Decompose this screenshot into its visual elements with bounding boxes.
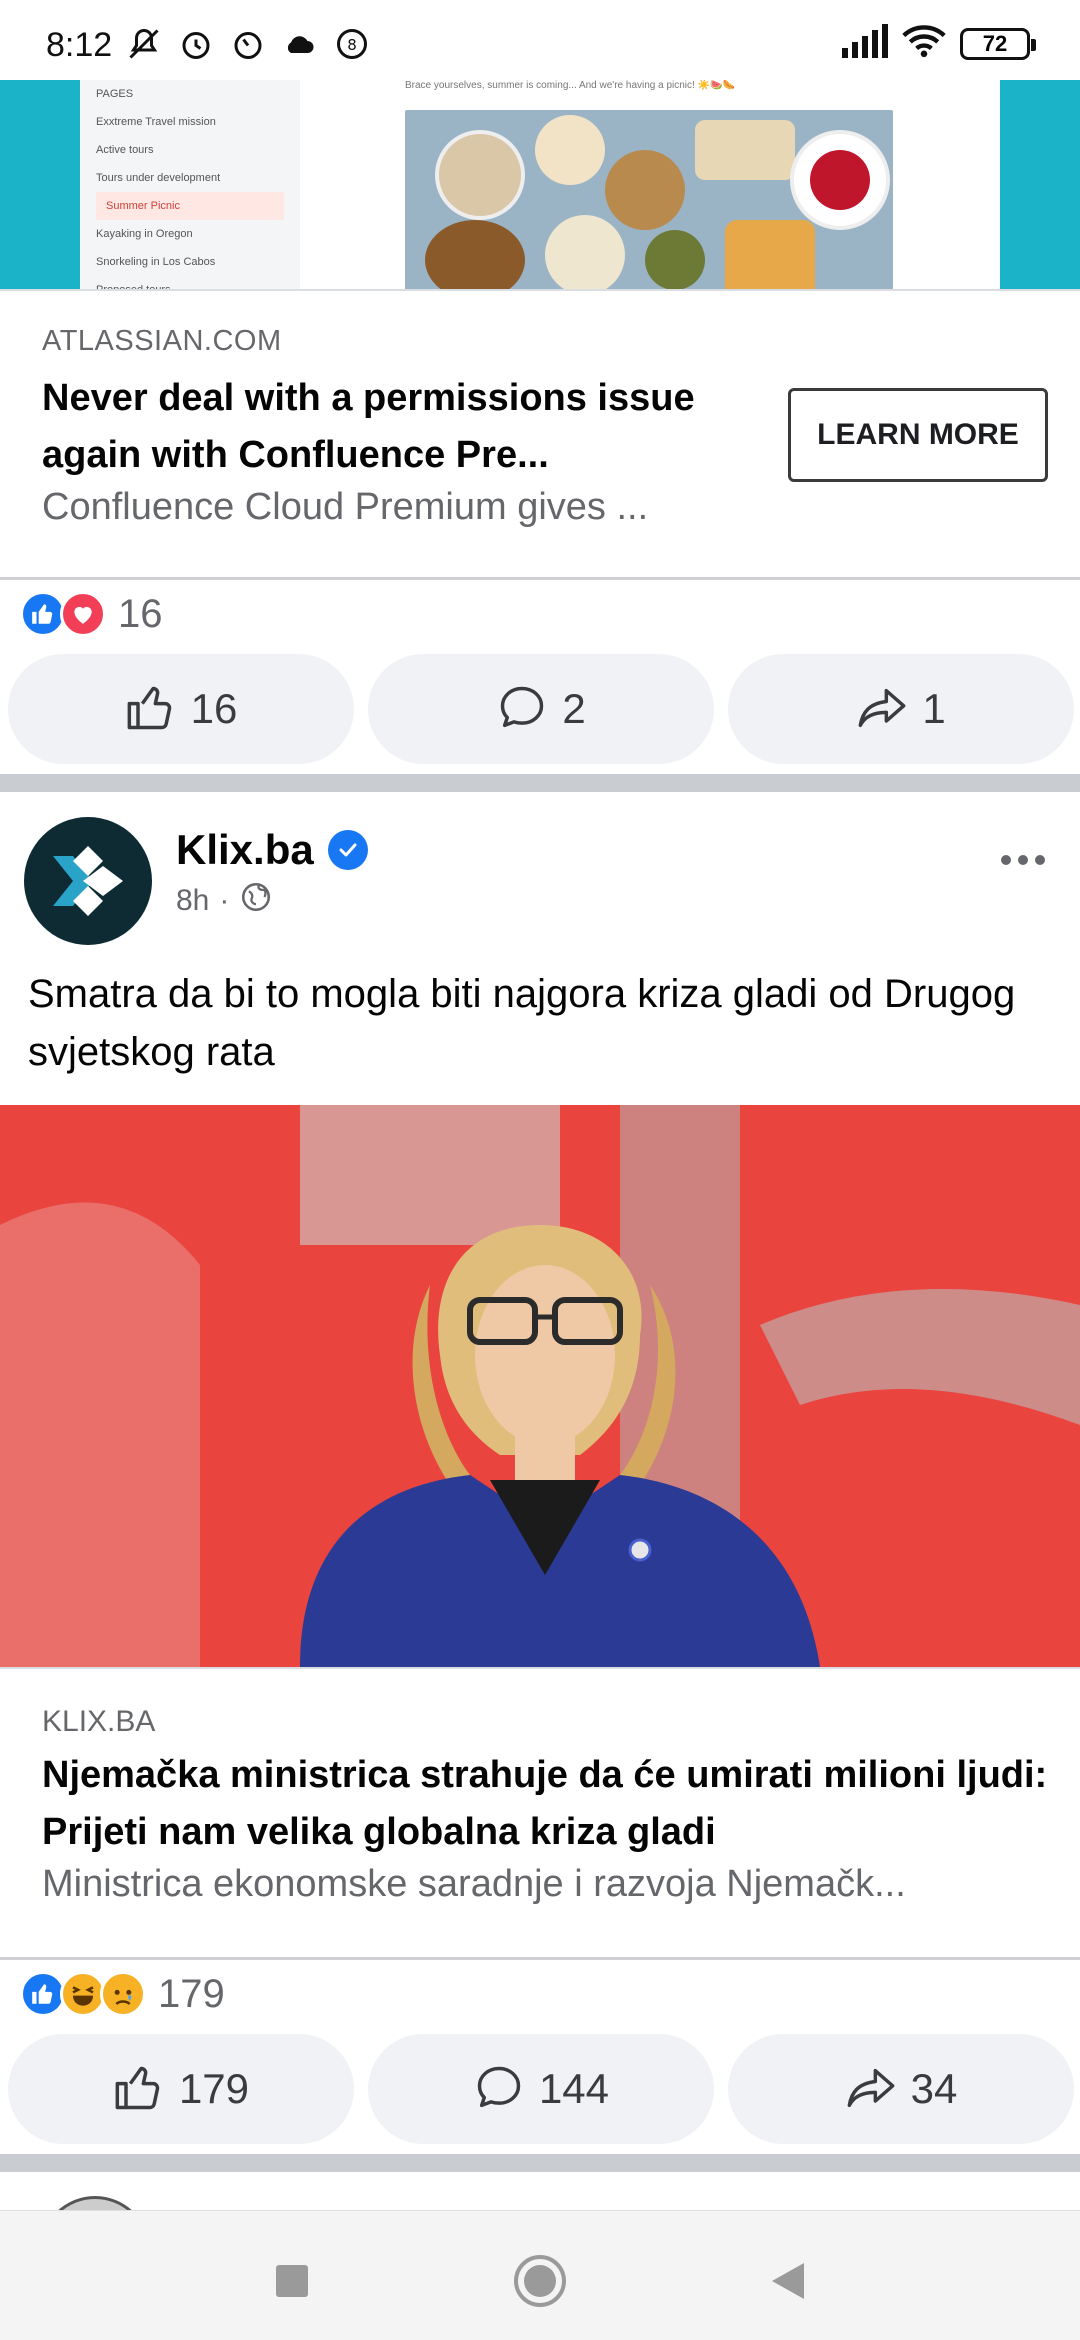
globe-icon — [239, 880, 273, 922]
like-count: 179 — [178, 2065, 250, 2112]
ad-image-nav-item: Kayaking in Oregon — [96, 228, 193, 240]
wifi-icon — [902, 24, 946, 63]
divider — [0, 1667, 1080, 1669]
thumbs-up-icon — [113, 2062, 165, 2117]
ad-link-preview[interactable]: ATLASSIAN.COM Never deal with a permissi… — [42, 325, 762, 529]
like-button[interactable]: 179 — [8, 2034, 354, 2144]
reaction-count: 179 — [158, 1971, 225, 2016]
post-text: Smatra da bi to mogla biti najgora kriza… — [28, 972, 1016, 1074]
picnic-photo — [405, 110, 893, 290]
mute-icon — [124, 24, 164, 64]
ad-image-caption: Brace yourselves, summer is coming... An… — [405, 80, 735, 91]
reaction-count: 16 — [118, 591, 163, 636]
like-button[interactable]: 16 — [8, 654, 354, 764]
comment-button[interactable]: 2 — [368, 654, 714, 764]
ad-image-nav-item: Snorkeling in Los Cabos — [96, 256, 216, 268]
dot — [1018, 855, 1028, 865]
ad-image-nav-item: Exxtreme Travel mission — [96, 116, 216, 128]
system-nav-bar — [0, 2210, 1080, 2340]
learn-more-button[interactable]: LEARN MORE — [788, 388, 1048, 482]
ad-domain: ATLASSIAN.COM — [42, 325, 282, 357]
ad-image-nav-item-active: Summer Picnic — [96, 192, 284, 220]
ad-image[interactable]: PAGES Exxtreme Travel mission Active tou… — [0, 80, 1080, 290]
dot — [1035, 855, 1045, 865]
svg-text:8: 8 — [347, 36, 357, 54]
more-options-button[interactable] — [988, 840, 1058, 880]
post-action-bar: 179 144 34 — [8, 2034, 1074, 2144]
ad-description: Confluence Cloud Premium gives ... — [42, 486, 649, 528]
divider — [0, 577, 1080, 580]
sad-reaction-icon — [100, 1971, 146, 2017]
share-count: 34 — [910, 2065, 958, 2112]
ad-headline[interactable]: Never deal with a permissions issue agai… — [42, 370, 762, 484]
share-icon — [845, 2062, 897, 2117]
post-link-preview[interactable]: KLIX.BA Njemačka ministrica strahuje da … — [42, 1705, 1062, 1906]
ad-image-nav-item: Proposed tours — [96, 284, 171, 290]
ad-image-nav-header: PAGES — [96, 88, 134, 100]
comment-icon — [496, 682, 548, 737]
share-icon — [856, 682, 908, 737]
ad-action-bar: 16 2 1 — [8, 654, 1074, 764]
timer-icon — [228, 24, 268, 64]
ad-image-content-panel: Brace yourselves, summer is coming... An… — [300, 80, 1000, 290]
comment-button[interactable]: 144 — [368, 2034, 714, 2144]
ad-reaction-summary[interactable]: 16 — [20, 591, 163, 637]
comment-icon — [473, 2062, 525, 2117]
author-name[interactable]: Klix.ba — [176, 826, 314, 874]
status-icons-left: 8 — [124, 24, 372, 64]
post-meta: 8h · — [176, 880, 273, 922]
post-separator — [0, 774, 1080, 792]
verified-badge-icon — [327, 830, 368, 870]
love-reaction-icon — [60, 591, 106, 637]
battery-icon: 72 — [960, 27, 1036, 60]
post-reaction-summary[interactable]: 179 — [20, 1971, 225, 2017]
ad-image-nav-item: Active tours — [96, 144, 154, 156]
back-button[interactable] — [758, 2251, 818, 2311]
status-time: 8:12 — [46, 26, 113, 64]
cloud-icon — [280, 24, 320, 64]
like-count: 16 — [190, 685, 238, 732]
comment-count: 2 — [562, 685, 586, 732]
post-image[interactable] — [0, 1105, 1080, 1667]
link-domain: KLIX.BA — [42, 1705, 156, 1738]
status-icons-right: 72 — [842, 24, 1036, 63]
recents-button[interactable] — [262, 2251, 322, 2311]
link-headline[interactable]: Njemačka ministrica strahuje da će umira… — [42, 1747, 1062, 1861]
share-count: 1 — [922, 685, 946, 732]
share-button[interactable]: 34 — [728, 2034, 1074, 2144]
avatar[interactable] — [24, 817, 152, 945]
signal-icon — [842, 24, 888, 63]
divider — [0, 1957, 1080, 1960]
link-description: Ministrica ekonomske saradnje i razvoja … — [42, 1863, 906, 1905]
status-bar: 8:12 8 72 — [0, 0, 1080, 80]
post-author[interactable]: Klix.ba — [176, 826, 368, 874]
divider — [0, 289, 1080, 291]
alarm-icon — [176, 24, 216, 64]
ad-image-nav-item: Tours under development — [96, 172, 221, 184]
app-badge-icon: 8 — [332, 24, 372, 64]
post-separator — [0, 2154, 1080, 2172]
meta-dot: · — [219, 884, 230, 917]
dot — [1001, 855, 1011, 865]
home-button[interactable] — [510, 2251, 570, 2311]
post-time[interactable]: 8h — [176, 884, 209, 918]
thumbs-up-icon — [125, 682, 177, 737]
share-button[interactable]: 1 — [728, 654, 1074, 764]
ad-image-nav-panel: PAGES Exxtreme Travel mission Active tou… — [80, 80, 300, 290]
comment-count: 144 — [538, 2065, 610, 2112]
